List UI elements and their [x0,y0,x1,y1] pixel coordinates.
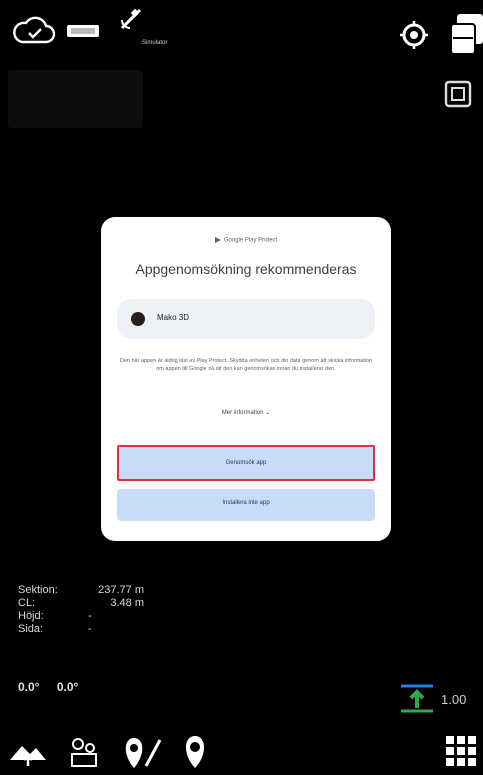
play-protect-header: Google Play Protect [101,237,391,244]
height-label: Höjd: [18,610,44,622]
cloud-check-icon[interactable] [12,16,56,46]
grid-icon[interactable] [446,736,476,771]
capture-icon[interactable] [444,80,472,108]
side-value: - [88,623,92,635]
readout-cl: CL: 3.48 m [18,597,218,610]
play-protect-dialog: Google Play Protect Appgenomsökning reko… [101,217,391,541]
dont-install-button[interactable]: Installera inte app [117,489,375,521]
angle-second: 0.0° [56,680,79,694]
satellite-icon[interactable] [118,6,144,32]
position-readouts: Sektion: 237.77 m CL: 3.48 m Höjd: - Sid… [18,584,218,636]
gps-source-label: Simulator [142,40,168,46]
scan-app-button[interactable]: Genomsök app [117,445,375,481]
route-pin-icon[interactable] [120,732,164,775]
more-info-label: Mer information [221,410,264,416]
scan-app-label: Genomsök app [225,460,267,466]
bottom-toolbar [0,730,483,773]
map-info-panel [8,70,143,128]
app-icon [131,312,145,326]
angle-readouts: 0.0° 0.0° [18,680,78,694]
dialog-title: Appgenomsökning rekommenderas [135,261,357,277]
cl-label: CL: [18,597,36,609]
angle-first: 0.0° [18,680,40,694]
top-status-bar: Simulator [0,0,483,60]
side-label: Sida: [18,623,44,635]
readout-side: Sida: - [18,623,218,636]
layers-icon[interactable] [449,14,483,54]
play-protect-icon [214,237,221,243]
level-icon[interactable] [66,734,102,775]
chevron-down-icon: ⌄ [265,410,271,416]
section-label: Sektion: [18,584,58,596]
receiver-icon[interactable] [66,24,100,38]
terrain-icon[interactable] [8,736,48,773]
cl-value: 3.48 m [110,597,144,609]
pin-icon[interactable] [180,732,210,775]
readout-height: Höjd: - [18,610,218,623]
target-icon[interactable] [399,20,429,50]
scale-value: 1.00 [441,692,467,707]
play-protect-provider: Google Play Protect [223,237,278,244]
height-value: - [88,610,92,622]
dont-install-label: Installera inte app [222,500,270,506]
dialog-description: Den här appen är aldrig läst av Play Pro… [119,358,373,372]
app-chip: Mako 3D [117,299,375,339]
readout-section: Sektion: 237.77 m [18,584,218,597]
app-name: Mako 3D [157,313,190,322]
scale-icon[interactable] [399,684,435,719]
section-value: 237.77 m [98,584,144,596]
more-info-link[interactable]: Mer information ⌄ [101,409,391,416]
